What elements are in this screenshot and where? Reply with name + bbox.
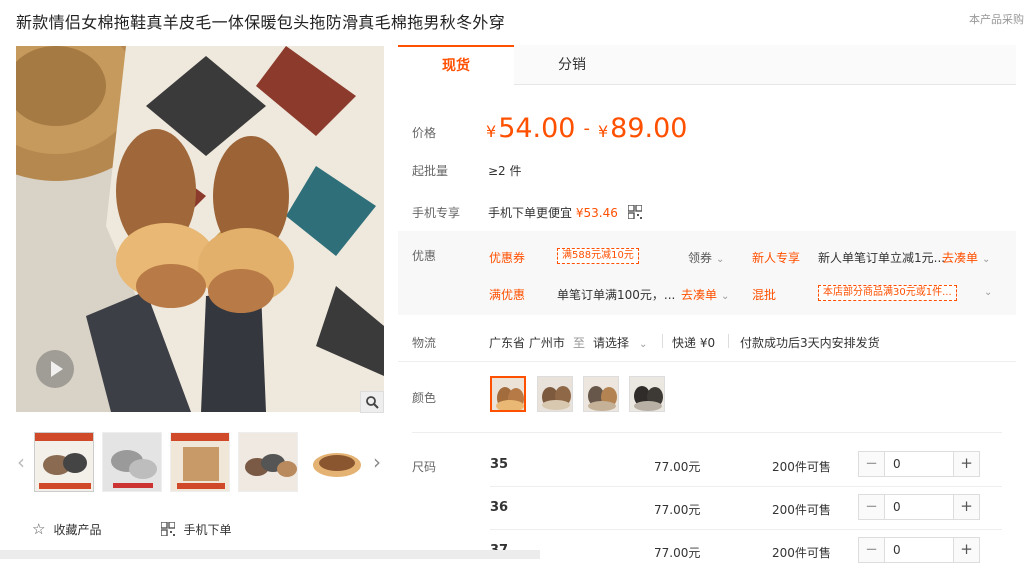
thumbnail-strip: ‹ › bbox=[16, 432, 384, 492]
size-value: 36 bbox=[490, 500, 509, 515]
express-fee: 快递 ¥0 bbox=[672, 336, 716, 350]
size-value: 35 bbox=[490, 457, 509, 472]
newuser-label: 新人专享 bbox=[752, 251, 801, 265]
quantity-stepper: − 0 + bbox=[858, 537, 980, 563]
quantity-input[interactable]: 0 bbox=[885, 495, 953, 519]
size-stock: 200件可售 bbox=[772, 460, 831, 474]
thumbnail-4[interactable] bbox=[238, 432, 298, 492]
mobile-exclusive-label: 手机专享 bbox=[412, 206, 461, 220]
magnifier-icon[interactable] bbox=[360, 391, 384, 413]
play-icon[interactable] bbox=[36, 350, 74, 388]
color-swatch-1[interactable] bbox=[490, 376, 526, 412]
tab-in-stock[interactable]: 现货 bbox=[398, 45, 514, 85]
color-swatch-4[interactable] bbox=[629, 376, 665, 412]
price-label: 价格 bbox=[412, 126, 437, 140]
shipping-origin: 广东省 广州市 bbox=[489, 336, 565, 350]
moq-label: 起批量 bbox=[412, 164, 449, 178]
chevron-down-icon: ⌄ bbox=[721, 291, 730, 302]
chevron-right-icon[interactable]: › bbox=[370, 450, 384, 474]
shipping-label: 物流 bbox=[412, 336, 437, 350]
qr-code-icon[interactable] bbox=[627, 205, 642, 219]
promo-label: 优惠 bbox=[412, 249, 437, 263]
size-price: 77.00元 bbox=[654, 546, 701, 560]
chevron-down-icon: ⌄ bbox=[639, 339, 648, 350]
coupon-label: 优惠券 bbox=[489, 251, 526, 265]
chevron-down-icon[interactable]: ⌄ bbox=[980, 284, 992, 298]
moq-value: ≥2 件 bbox=[488, 164, 522, 178]
color-swatch-3[interactable] bbox=[583, 376, 619, 412]
quantity-stepper: − 0 + bbox=[858, 451, 980, 477]
star-icon: ☆ bbox=[32, 520, 46, 538]
shipping-note: 付款成功后3天内安排发货 bbox=[740, 336, 880, 350]
minus-button[interactable]: − bbox=[859, 538, 885, 562]
destination-select[interactable]: 请选择 ⌄ bbox=[593, 334, 647, 351]
mobile-order-label: 手机下单 bbox=[183, 522, 232, 537]
quantity-stepper: − 0 + bbox=[858, 494, 980, 520]
favorite-button[interactable]: ☆ 收藏产品 bbox=[32, 520, 101, 538]
mobile-price: ¥53.46 bbox=[575, 206, 618, 220]
mobile-exclusive[interactable]: 手机下单更便宜 ¥53.46 bbox=[488, 204, 642, 221]
thumbnail-5[interactable] bbox=[306, 432, 366, 492]
quantity-input[interactable]: 0 bbox=[885, 452, 953, 476]
size-stock: 200件可售 bbox=[772, 503, 831, 517]
fullcut-label: 满优惠 bbox=[489, 288, 526, 302]
plus-button[interactable]: + bbox=[953, 495, 979, 519]
price-low: 54.00 bbox=[498, 113, 576, 144]
price-range: ¥54.00- ¥89.00 bbox=[486, 113, 688, 144]
chevron-down-icon: ⌄ bbox=[982, 254, 991, 265]
size-price: 77.00元 bbox=[654, 460, 701, 474]
minus-button[interactable]: − bbox=[859, 452, 885, 476]
procurement-notice: 本产品采购 bbox=[969, 13, 1024, 26]
tab-distribution[interactable]: 分销 bbox=[514, 45, 630, 85]
thumbnail-2[interactable] bbox=[102, 432, 162, 492]
minus-button[interactable]: − bbox=[859, 495, 885, 519]
color-label: 颜色 bbox=[412, 391, 437, 405]
plus-button[interactable]: + bbox=[953, 452, 979, 476]
purchase-tabs: 现货 分销 bbox=[398, 45, 1016, 85]
quantity-input[interactable]: 0 bbox=[885, 538, 953, 562]
size-label: 尺码 bbox=[412, 460, 437, 474]
product-title: 新款情侣女棉拖鞋真羊皮毛一体保暖包头拖防滑真毛棉拖男秋冬外穿 bbox=[16, 13, 506, 32]
plus-button[interactable]: + bbox=[953, 538, 979, 562]
fullcut-text: 单笔订单满100元，... bbox=[557, 288, 676, 302]
main-product-image[interactable] bbox=[16, 46, 384, 412]
favorite-label: 收藏产品 bbox=[53, 522, 102, 537]
price-high: 89.00 bbox=[610, 113, 688, 144]
size-stock: 200件可售 bbox=[772, 546, 831, 560]
chevron-down-icon: ⌄ bbox=[716, 254, 725, 265]
size-price: 77.00元 bbox=[654, 503, 701, 517]
coupon-tag[interactable]: 满588元减10元 bbox=[557, 248, 639, 264]
chevron-left-icon[interactable]: ‹ bbox=[14, 450, 28, 474]
get-coupon-button[interactable]: 领券 ⌄ bbox=[688, 249, 724, 266]
thumbnail-3[interactable] bbox=[170, 432, 230, 492]
newuser-text: 新人单笔订单立减1元... bbox=[818, 251, 946, 265]
thumbnail-1[interactable] bbox=[34, 432, 94, 492]
newuser-action[interactable]: 去凑单 ⌄ bbox=[942, 249, 990, 266]
bottom-toolbar-edge bbox=[0, 550, 540, 559]
fullcut-action[interactable]: 去凑单 ⌄ bbox=[681, 286, 729, 303]
mobile-order-button[interactable]: 手机下单 bbox=[161, 520, 231, 538]
qr-code-icon bbox=[161, 522, 176, 536]
mix-label: 混批 bbox=[752, 288, 777, 302]
shipping-to: 至 bbox=[573, 336, 586, 350]
mix-tag[interactable]: 本店部分商品满30元或1件... bbox=[818, 285, 957, 301]
color-swatch-2[interactable] bbox=[537, 376, 573, 412]
